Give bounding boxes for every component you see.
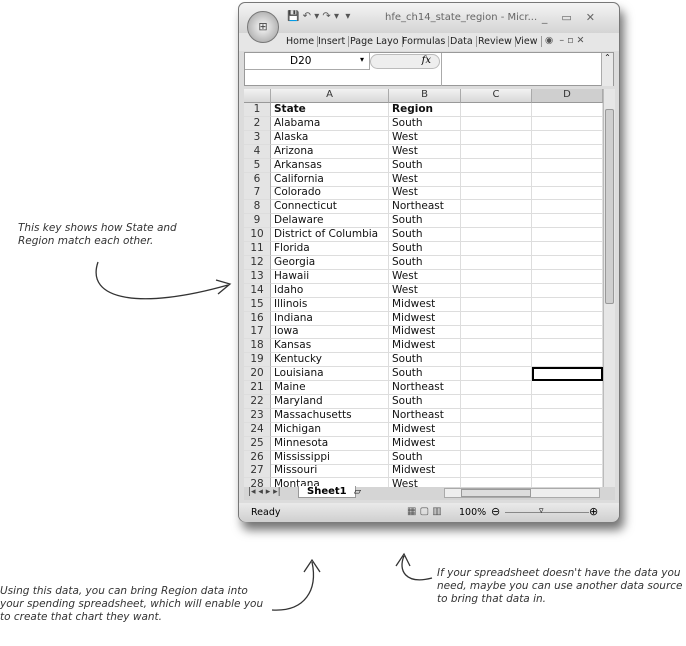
arrow-using	[271, 558, 321, 611]
annotation-arrows	[95, 261, 433, 611]
arrow-key	[95, 261, 232, 300]
arrow-missing	[395, 552, 433, 581]
office-button[interactable]: ⊞	[247, 11, 279, 43]
